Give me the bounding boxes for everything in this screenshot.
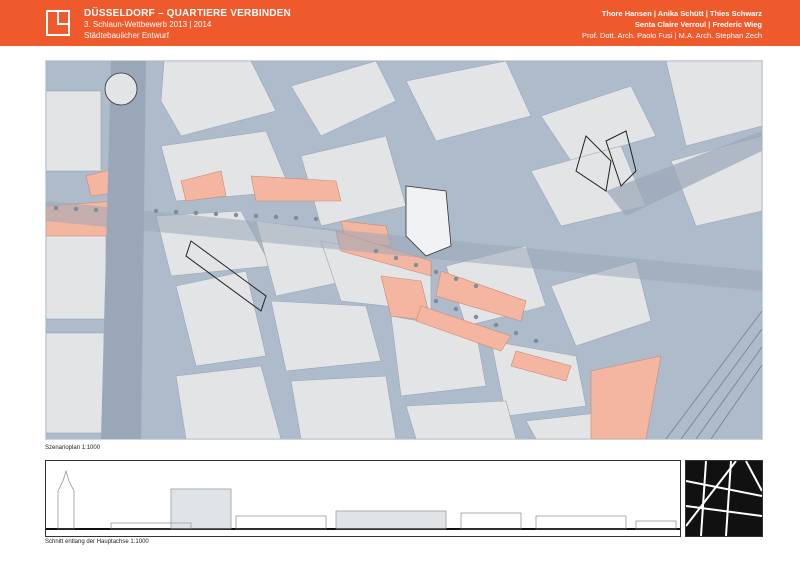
authors-line-2: Senta Claire Verroul | Frederic Wieg [634, 20, 762, 29]
site-figure-ground [685, 460, 763, 537]
competition-label: 3. Schlaun-Wettbewerb 2013 | 2014 [84, 20, 212, 29]
section-caption: Schnitt entlang der Hauptachse 1:1000 [45, 539, 149, 545]
authors-line-3: Prof. Dott. Arch. Paolo Fusi | M.A. Arch… [582, 31, 762, 40]
site-plan-drawing [46, 61, 762, 439]
section-drawing [46, 469, 680, 530]
authors-line-1: Thore Hansen | Anika Schütt | Thies Schw… [601, 9, 762, 18]
plan-caption: Szenarioplan 1:1000 [45, 445, 101, 451]
figure-ground-drawing [686, 461, 762, 536]
page-title: DÜSSELDORF – QUARTIERE VERBINDEN [84, 8, 291, 19]
title-block: DÜSSELDORF – QUARTIERE VERBINDEN 3. Schl… [84, 8, 291, 41]
logo-icon [46, 10, 70, 36]
header-bar: DÜSSELDORF – QUARTIERE VERBINDEN 3. Schl… [0, 0, 800, 46]
design-label: Städtebaulicher Entwurf [84, 31, 169, 40]
site-plan [45, 60, 763, 440]
authors-block: Thore Hansen | Anika Schütt | Thies Schw… [582, 8, 762, 41]
section-elevation [45, 460, 681, 537]
